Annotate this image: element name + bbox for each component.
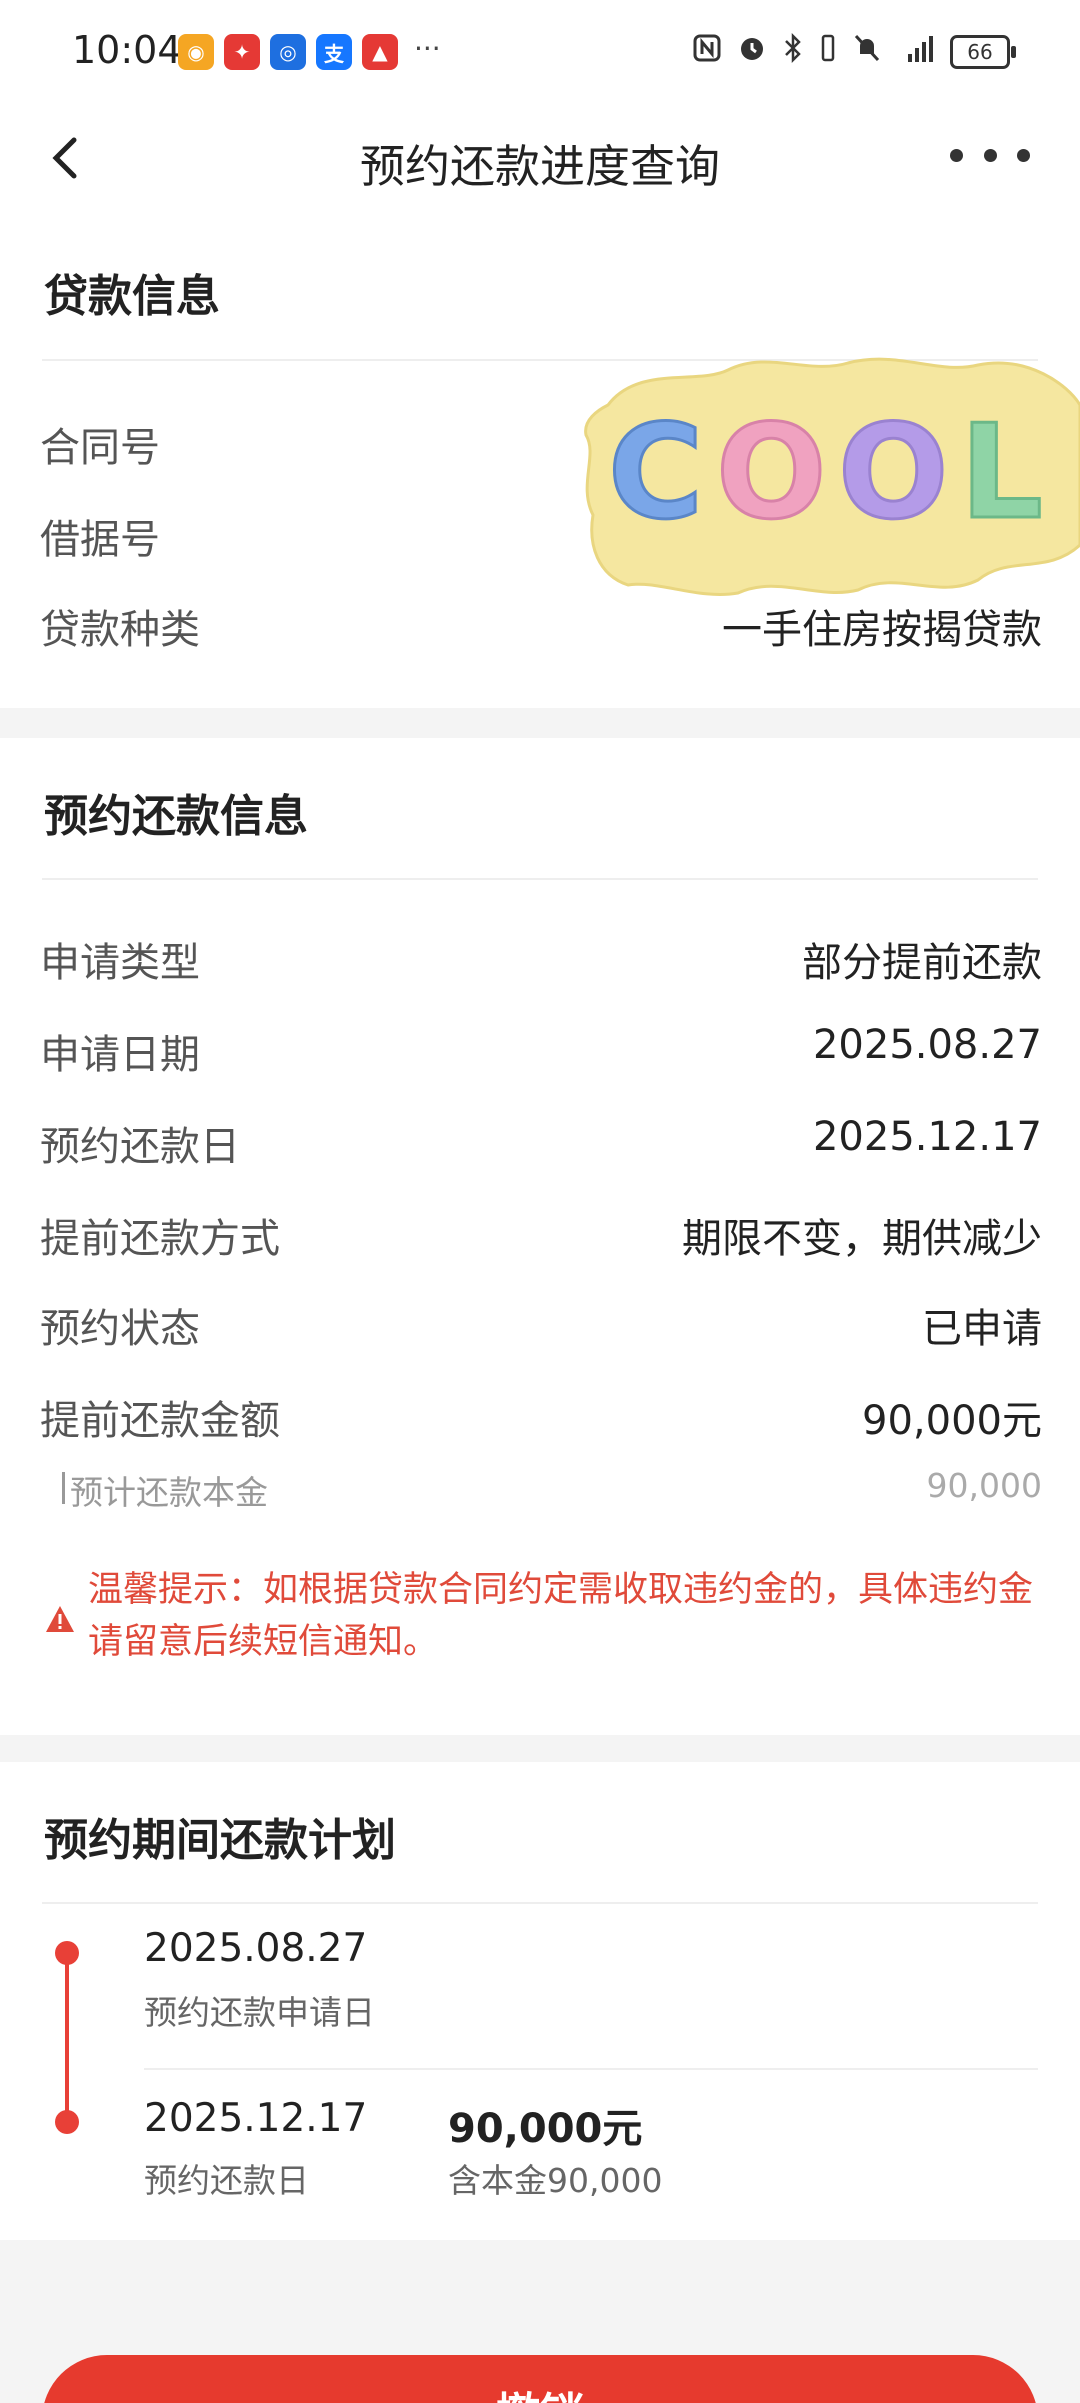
alarm-icon	[736, 32, 768, 71]
sticker-letter-o1: O	[716, 396, 827, 548]
status-value: 已申请	[922, 1306, 1042, 1352]
loan-type-label: 贷款种类	[40, 607, 200, 653]
sticker-letter-c: C	[608, 396, 703, 548]
principal-value: 90,000	[926, 1466, 1042, 1505]
status-bar: 10:04 ◉ ✦ ◎ 支 ▲ ··· 66	[0, 0, 1080, 100]
system-icons: 66	[692, 32, 1016, 71]
cancel-button[interactable]: 撤销	[42, 2355, 1038, 2403]
apply-date-label: 申请日期	[40, 1032, 200, 1078]
plan-item-desc: 预约还款日	[144, 2161, 309, 2200]
sticker-letter-l: L	[960, 396, 1043, 548]
loan-info-title: 贷款信息	[44, 271, 220, 322]
bluetooth-icon	[782, 32, 804, 71]
plan-item-date: 2025.12.17	[144, 2096, 368, 2141]
amount-label: 提前还款金额	[40, 1398, 280, 1444]
page-title: 预约还款进度查询	[359, 140, 720, 193]
repay-method-label: 提前还款方式	[40, 1216, 280, 1262]
repay-method-value: 期限不变，期供减少	[682, 1216, 1042, 1262]
app-blue-icon: ◎	[270, 34, 306, 70]
divider	[42, 1902, 1038, 1904]
receipt-number-label: 借据号	[40, 517, 160, 563]
notification-icons: ◉ ✦ ◎ 支 ▲ ···	[178, 34, 441, 70]
apply-type-value: 部分提前还款	[802, 940, 1042, 986]
weibo-icon: ◉	[178, 34, 214, 70]
timeline-line	[65, 1950, 69, 2122]
plan-item-date: 2025.08.27	[144, 1926, 368, 1971]
alipay-icon: 支	[316, 34, 352, 70]
app-red2-icon: ▲	[362, 34, 398, 70]
timeline-dot	[55, 1941, 79, 1965]
sticker-letter-o2: O	[838, 396, 949, 548]
principal-label: 预计还款本金	[62, 1466, 268, 1514]
battery-icon: 66	[950, 34, 1016, 69]
apply-date-value: 2025.08.27	[812, 1022, 1042, 1068]
vibrate-icon	[818, 32, 838, 71]
plan-item-amount: 90,000元	[448, 2106, 643, 2152]
plan-item-amount-desc: 含本金90,000	[448, 2161, 663, 2200]
back-icon[interactable]	[40, 128, 100, 188]
repayment-plan-title: 预约期间还款计划	[44, 1815, 396, 1866]
repayment-info-title: 预约还款信息	[44, 791, 308, 842]
repayment-info-card: 预约还款信息 申请类型 部分提前还款 申请日期 2025.08.27 预约还款日…	[0, 738, 1080, 1735]
plan-item-desc: 预约还款申请日	[144, 1993, 375, 2032]
app-red-icon: ✦	[224, 34, 260, 70]
more-options-icon[interactable]	[950, 140, 1030, 170]
cool-sticker: C O O L	[578, 345, 1080, 600]
nfc-icon	[692, 33, 722, 70]
timeline-dot	[55, 2110, 79, 2134]
repay-date-label: 预约还款日	[40, 1124, 240, 1170]
repay-date-value: 2025.12.17	[812, 1114, 1042, 1160]
apply-type-label: 申请类型	[40, 940, 200, 986]
more-notifications-icon: ···	[414, 32, 441, 65]
warning-text: 温馨提示：如根据贷款合同约定需收取违约金的，具体违约金请留意后续短信通知。	[88, 1570, 1034, 1662]
amount-value: 90,000元	[862, 1398, 1042, 1444]
warning-icon	[44, 1604, 76, 1634]
app-screen: 10:04 ◉ ✦ ◎ 支 ▲ ··· 66 预约还款进度查询 贷款信息 合同号…	[0, 0, 1080, 2403]
status-label: 预约状态	[40, 1306, 200, 1352]
loan-type-value: 一手住房按揭贷款	[722, 607, 1042, 653]
status-time: 10:04	[72, 28, 182, 72]
signal-icon	[896, 32, 936, 71]
divider	[144, 2068, 1038, 2070]
mute-icon	[852, 32, 882, 71]
nav-bar: 预约还款进度查询	[0, 100, 1080, 215]
divider	[42, 878, 1038, 880]
contract-number-label: 合同号	[40, 425, 160, 471]
